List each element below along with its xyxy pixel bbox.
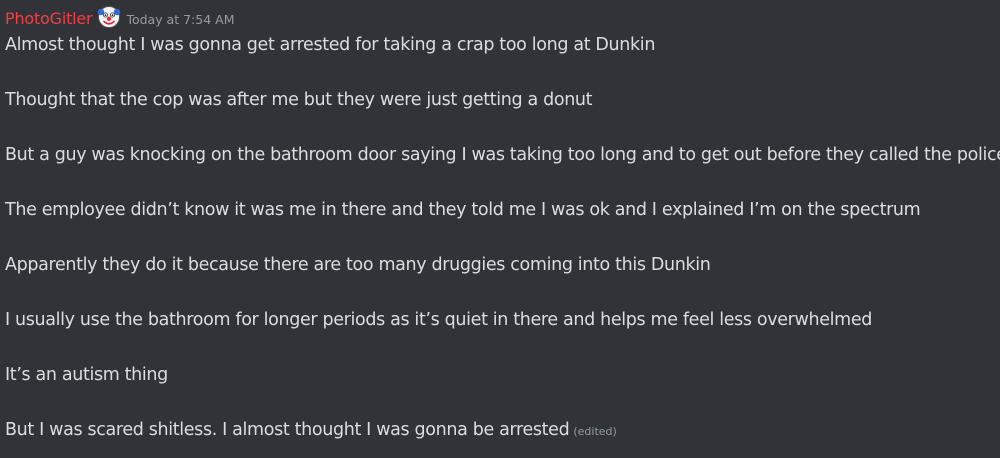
message-line: The employee didn’t know it was me in th…: [5, 200, 921, 220]
clown-face-emoji-icon: [98, 6, 121, 28]
message-line: It’s an autism thing: [5, 365, 168, 385]
message-line: Almost thought I was gonna get arrested …: [5, 35, 656, 55]
message-line: Thought that the cop was after me but th…: [5, 90, 593, 110]
message-line: But a guy was knocking on the bathroom d…: [5, 145, 1000, 165]
message-line-text: But I was scared shitless. I almost thou…: [5, 420, 570, 440]
message-line: Apparently they do it because there are …: [5, 255, 711, 275]
edited-label[interactable]: (edited): [573, 425, 616, 438]
message-timestamp[interactable]: Today at 7:54 AM: [126, 12, 234, 27]
chat-message: PhotoGitler Today at 7:54 AM Almost thou…: [0, 0, 1000, 458]
message-header: PhotoGitler Today at 7:54 AM: [5, 5, 234, 31]
message-line: I usually use the bathroom for longer pe…: [5, 310, 873, 330]
username[interactable]: PhotoGitler: [5, 9, 93, 28]
clown-face-emoji-icon: [97, 5, 121, 29]
message-line-last: But I was scared shitless. I almost thou…: [5, 419, 617, 443]
